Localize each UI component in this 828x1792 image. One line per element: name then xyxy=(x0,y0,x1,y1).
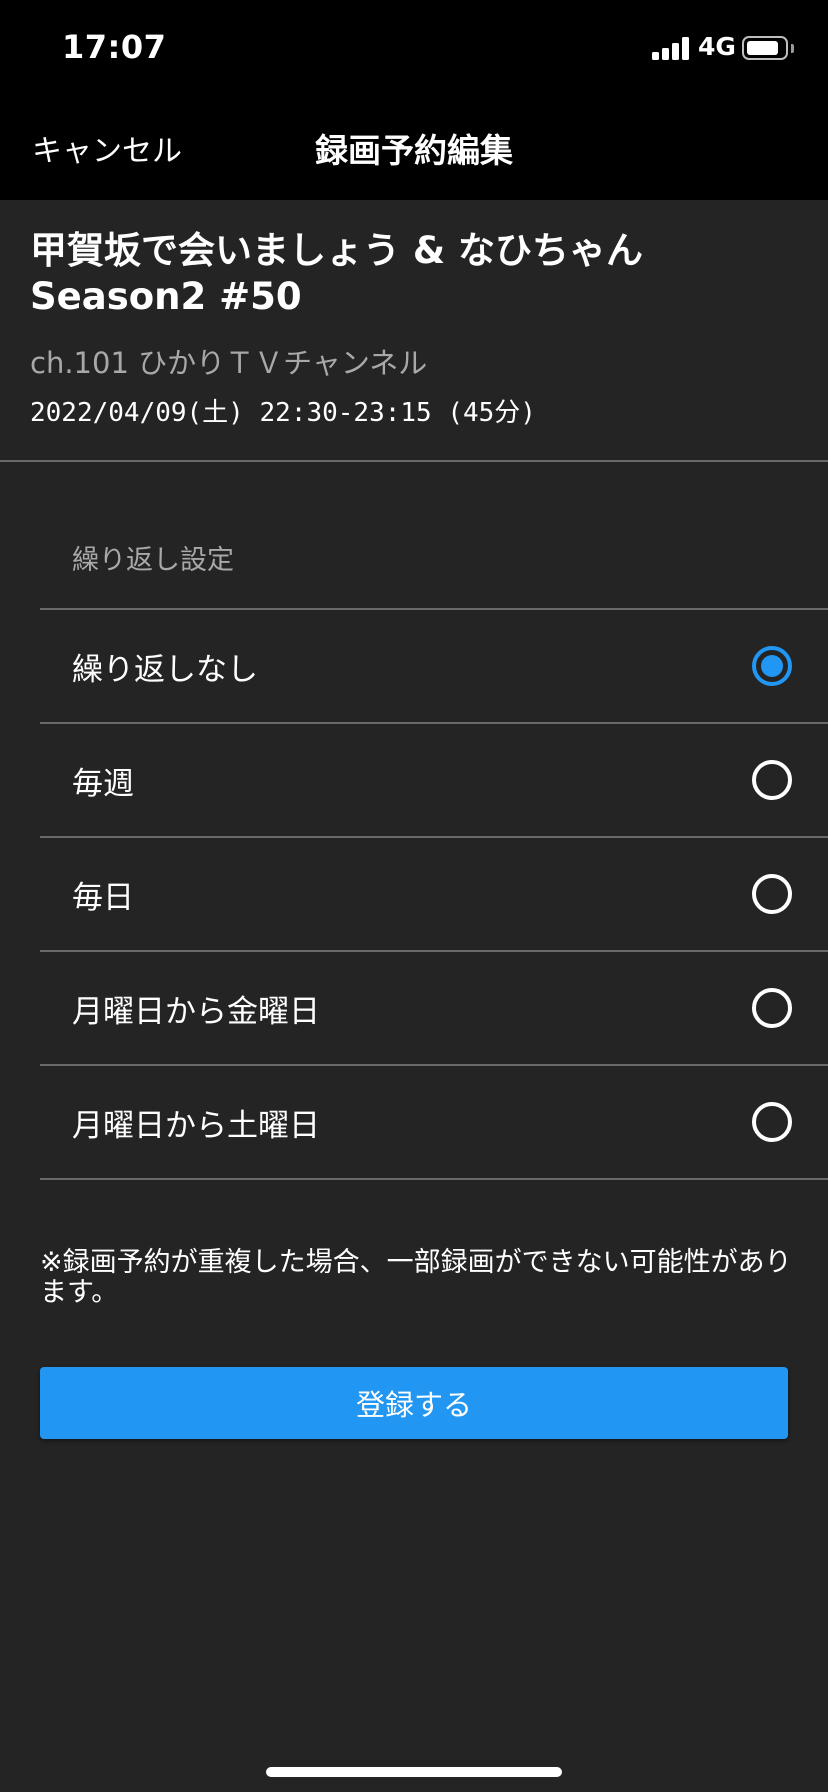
repeat-option-label: 毎週 xyxy=(72,766,134,802)
battery-cap xyxy=(791,44,794,53)
status-bar: 17:07 4G xyxy=(0,0,828,100)
program-info: 甲賀坂で会いましょう & なひちゃん Season2 #50 ch.101 ひか… xyxy=(0,200,828,462)
network-type-label: 4G xyxy=(698,32,736,61)
repeat-option-weekly[interactable]: 毎週 xyxy=(40,724,828,838)
repeat-option-none[interactable]: 繰り返しなし xyxy=(40,610,828,724)
repeat-option-label: 毎日 xyxy=(72,880,134,916)
repeat-option-label: 月曜日から土曜日 xyxy=(72,1108,320,1144)
radio-button[interactable] xyxy=(752,646,792,686)
repeat-option-mon-to-sat[interactable]: 月曜日から土曜日 xyxy=(40,1066,828,1180)
program-channel: ch.101 ひかりＴＶチャンネル xyxy=(30,346,428,380)
radio-button[interactable] xyxy=(752,988,792,1028)
repeat-option-mon-to-fri[interactable]: 月曜日から金曜日 xyxy=(40,952,828,1066)
repeat-option-label: 月曜日から金曜日 xyxy=(72,994,320,1030)
overlap-warning-note: ※録画予約が重複した場合、一部録画ができない可能性があります。 xyxy=(40,1247,792,1308)
battery-level-fill xyxy=(747,41,778,55)
home-indicator[interactable] xyxy=(266,1767,562,1777)
radio-button[interactable] xyxy=(752,1102,792,1142)
navigation-bar: キャンセル 録画予約編集 xyxy=(0,100,828,200)
status-time: 17:07 xyxy=(62,28,167,66)
program-title: 甲賀坂で会いましょう & なひちゃん Season2 #50 xyxy=(30,229,644,318)
cellular-signal-icon xyxy=(652,36,690,60)
battery-icon xyxy=(742,36,788,60)
register-button[interactable]: 登録する xyxy=(40,1367,788,1439)
repeat-settings-header: 繰り返し設定 xyxy=(72,545,234,576)
recording-edit-screen: 17:07 4G キャンセル 録画予約編集 甲賀坂で会いましょう & なひちゃん… xyxy=(0,0,828,1792)
repeat-option-daily[interactable]: 毎日 xyxy=(40,838,828,952)
repeat-options-list: 繰り返しなし 毎週 毎日 月曜日から金曜日 月曜日から土曜日 xyxy=(40,608,828,1180)
radio-button[interactable] xyxy=(752,874,792,914)
page-title: 録画予約編集 xyxy=(315,131,513,170)
repeat-option-label: 繰り返しなし xyxy=(72,652,258,688)
radio-button[interactable] xyxy=(752,760,792,800)
program-datetime: 2022/04/09(土) 22:30-23:15 (45分) xyxy=(30,398,536,428)
